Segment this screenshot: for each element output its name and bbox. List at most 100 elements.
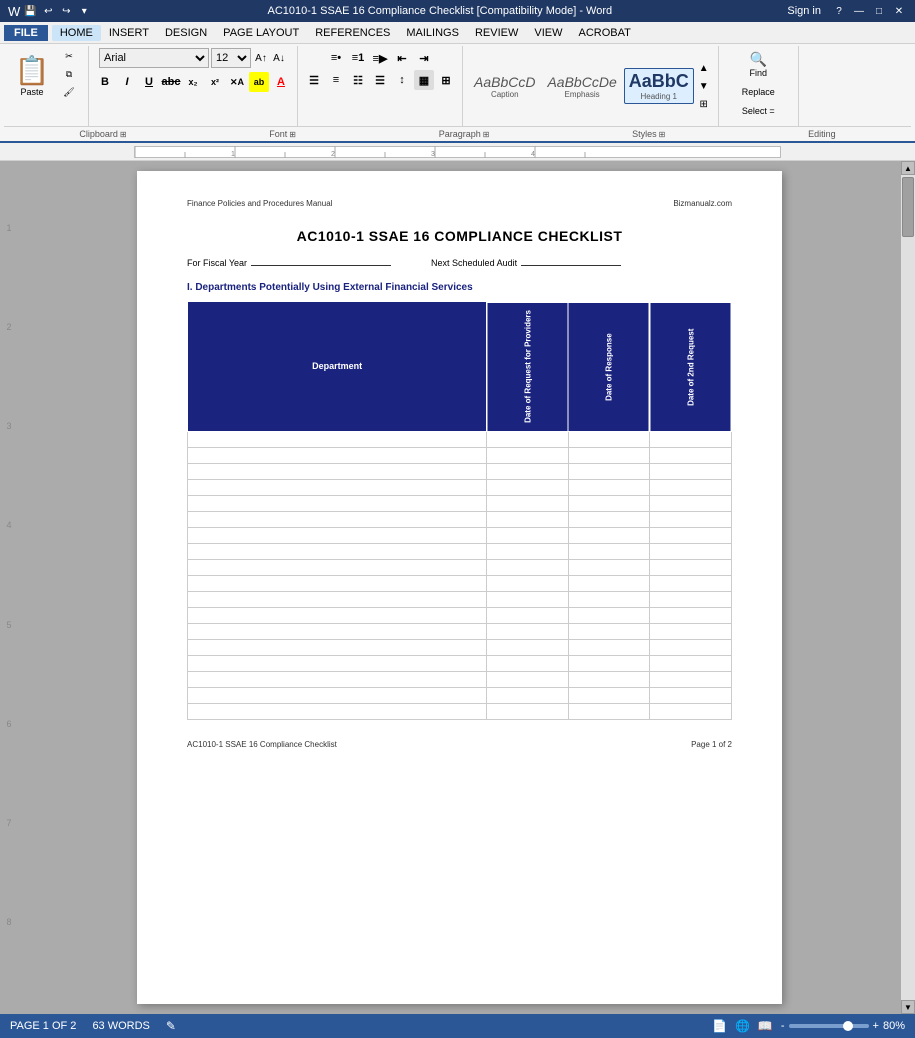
table-cell[interactable] — [650, 703, 732, 719]
table-cell[interactable] — [487, 575, 569, 591]
quick-save[interactable]: 💾 — [22, 3, 38, 19]
clipboard-label[interactable]: Clipboard ⊞ — [69, 128, 136, 140]
table-cell[interactable] — [650, 671, 732, 687]
increase-indent-button[interactable]: ⇥ — [414, 48, 434, 68]
editing-label[interactable]: Editing — [798, 128, 846, 140]
menu-mailings[interactable]: MAILINGS — [398, 25, 467, 41]
table-cell[interactable] — [188, 671, 487, 687]
strikethrough-button[interactable]: abc — [161, 72, 181, 92]
table-cell[interactable] — [568, 623, 650, 639]
borders-button[interactable]: ⊞ — [436, 70, 456, 90]
table-cell[interactable] — [188, 479, 487, 495]
table-cell[interactable] — [650, 607, 732, 623]
menu-view[interactable]: VIEW — [526, 25, 570, 41]
paste-button[interactable]: 📋 Paste — [10, 48, 54, 103]
menu-home[interactable]: HOME — [52, 25, 101, 41]
table-cell[interactable] — [487, 591, 569, 607]
align-left-button[interactable]: ☰ — [304, 70, 324, 90]
styles-scroll-up[interactable]: ▲ — [696, 60, 712, 76]
table-cell[interactable] — [568, 591, 650, 607]
subscript-button[interactable]: x₂ — [183, 72, 203, 92]
paragraph-label[interactable]: Paragraph ⊞ — [429, 128, 500, 140]
font-color-button[interactable]: A — [271, 72, 291, 92]
table-cell[interactable] — [487, 703, 569, 719]
table-cell[interactable] — [487, 479, 569, 495]
style-caption[interactable]: AaBbCcD Caption — [469, 71, 540, 102]
table-cell[interactable] — [568, 447, 650, 463]
table-cell[interactable] — [650, 575, 732, 591]
font-grow-button[interactable]: A↑ — [253, 50, 269, 66]
table-cell[interactable] — [568, 479, 650, 495]
styles-scroll-down[interactable]: ▼ — [696, 78, 712, 94]
table-cell[interactable] — [487, 527, 569, 543]
table-cell[interactable] — [568, 687, 650, 703]
menu-review[interactable]: REVIEW — [467, 25, 526, 41]
table-cell[interactable] — [487, 495, 569, 511]
table-cell[interactable] — [188, 703, 487, 719]
table-cell[interactable] — [188, 495, 487, 511]
table-cell[interactable] — [568, 655, 650, 671]
close-button[interactable]: ✕ — [891, 3, 907, 19]
quick-redo[interactable]: ↪ — [58, 3, 74, 19]
menu-references[interactable]: REFERENCES — [307, 25, 398, 41]
zoom-slider[interactable] — [789, 1024, 869, 1028]
find-button[interactable]: 🔍 Find — [736, 48, 780, 81]
table-cell[interactable] — [650, 655, 732, 671]
table-cell[interactable] — [568, 511, 650, 527]
format-painter-button[interactable]: 🖌 — [56, 84, 82, 101]
font-shrink-button[interactable]: A↓ — [271, 50, 287, 66]
table-cell[interactable] — [487, 655, 569, 671]
text-highlight-button[interactable]: ab — [249, 72, 269, 92]
table-cell[interactable] — [650, 543, 732, 559]
table-cell[interactable] — [650, 511, 732, 527]
table-cell[interactable] — [568, 639, 650, 655]
table-cell[interactable] — [188, 639, 487, 655]
scroll-down-button[interactable]: ▼ — [901, 1000, 915, 1014]
menu-insert[interactable]: INSERT — [101, 25, 157, 41]
table-cell[interactable] — [568, 575, 650, 591]
table-cell[interactable] — [568, 527, 650, 543]
table-cell[interactable] — [188, 511, 487, 527]
table-cell[interactable] — [188, 623, 487, 639]
table-cell[interactable] — [487, 463, 569, 479]
menu-design[interactable]: DESIGN — [157, 25, 215, 41]
styles-label[interactable]: Styles ⊞ — [622, 128, 675, 140]
bullets-button[interactable]: ≡• — [326, 48, 346, 68]
quick-undo[interactable]: ↩ — [40, 3, 56, 19]
table-cell[interactable] — [188, 527, 487, 543]
table-cell[interactable] — [188, 687, 487, 703]
zoom-in-button[interactable]: + — [873, 1020, 879, 1032]
table-cell[interactable] — [650, 527, 732, 543]
table-cell[interactable] — [188, 463, 487, 479]
document[interactable]: Finance Policies and Procedures Manual B… — [137, 171, 782, 1004]
maximize-button[interactable]: □ — [871, 3, 887, 19]
sign-in[interactable]: Sign in — [787, 5, 821, 17]
table-cell[interactable] — [568, 607, 650, 623]
italic-button[interactable]: I — [117, 72, 137, 92]
line-spacing-button[interactable]: ↕ — [392, 70, 412, 90]
decrease-indent-button[interactable]: ⇤ — [392, 48, 412, 68]
underline-button[interactable]: U — [139, 72, 159, 92]
font-size-select[interactable]: 12 — [211, 48, 251, 68]
table-cell[interactable] — [568, 431, 650, 447]
table-cell[interactable] — [487, 511, 569, 527]
table-cell[interactable] — [188, 447, 487, 463]
table-cell[interactable] — [568, 703, 650, 719]
paragraph-expand-icon[interactable]: ⊞ — [483, 130, 490, 139]
bold-button[interactable]: B — [95, 72, 115, 92]
superscript-button[interactable]: x² — [205, 72, 225, 92]
justify-button[interactable]: ☰ — [370, 70, 390, 90]
select-button[interactable]: Select = — [735, 103, 782, 119]
table-cell[interactable] — [650, 687, 732, 703]
table-cell[interactable] — [487, 543, 569, 559]
align-center-button[interactable]: ≡ — [326, 70, 346, 90]
table-cell[interactable] — [188, 655, 487, 671]
align-right-button[interactable]: ☷ — [348, 70, 368, 90]
table-cell[interactable] — [650, 447, 732, 463]
styles-expand-icon[interactable]: ⊞ — [659, 130, 666, 139]
table-cell[interactable] — [188, 607, 487, 623]
table-cell[interactable] — [650, 479, 732, 495]
table-cell[interactable] — [568, 463, 650, 479]
menu-page-layout[interactable]: PAGE LAYOUT — [215, 25, 307, 41]
styles-expand[interactable]: ⊞ — [696, 96, 712, 112]
